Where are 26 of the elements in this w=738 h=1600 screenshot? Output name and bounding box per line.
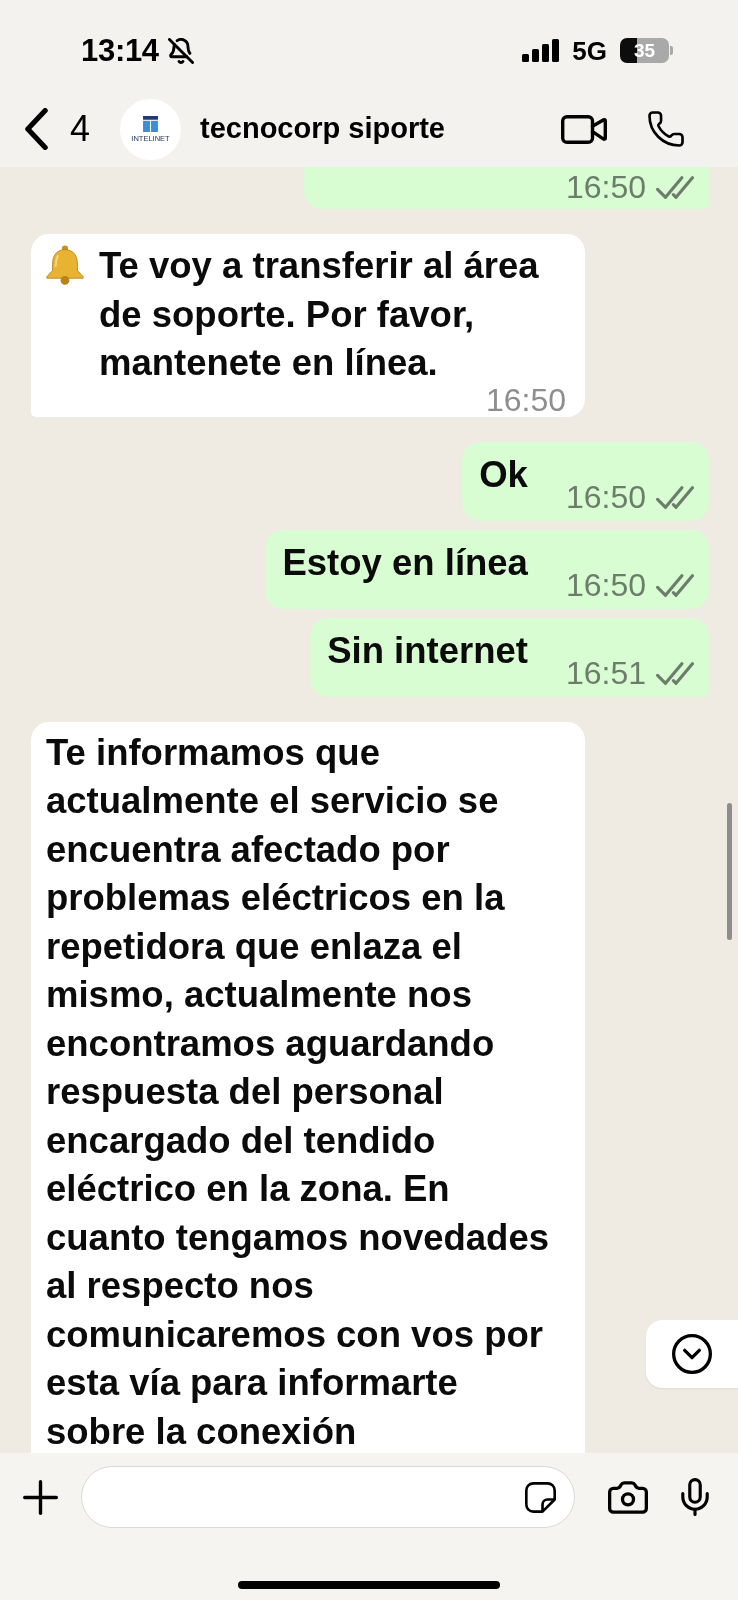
message-time: 16:50 (565, 569, 646, 601)
scroll-down-button[interactable] (646, 1320, 738, 1388)
microphone-icon[interactable] (681, 1478, 709, 1516)
message-time: 16:50 (485, 387, 566, 412)
message-time: 16:50 (565, 172, 646, 203)
chevron-down-circle-icon (672, 1334, 712, 1374)
contact-name: tecnocorp siporte (200, 113, 445, 145)
logo-icon (143, 115, 159, 132)
network-type: 5G (572, 37, 607, 64)
video-camera-icon[interactable] (561, 114, 607, 144)
signal-icon (522, 39, 560, 62)
camera-icon[interactable] (608, 1480, 648, 1514)
message-time: 16:50 (565, 481, 646, 513)
message-time: 16:51 (565, 657, 646, 689)
message-text: Te informamos que actualmente el servicio se encuentra afectado por problemas eléctricos en la repetidora que enlaza el mismo, actualmente nos encontramos aguardando respuesta del personal encargado del tendido eléctrico en la zona. En cuanto tengamos novedades al respecto nos comunicaremos con vos por esta vía para informarte sobre la conexión (46, 730, 550, 1453)
message-text: Sin internet (327, 628, 528, 673)
message-text: Estoy en línea (282, 540, 528, 585)
phone-icon[interactable] (648, 111, 684, 147)
chevron-left-icon (24, 108, 49, 150)
sticker-icon[interactable] (525, 1481, 556, 1513)
message-text: Ok (479, 452, 528, 497)
plus-icon[interactable] (23, 1479, 58, 1515)
bell-icon (46, 245, 84, 285)
back-button[interactable]: 4 (24, 108, 91, 150)
status-time: 13:14 (81, 35, 159, 66)
message-text: Te voy a transferir al área de soporte. Por favor, mantenete en línea. (99, 244, 540, 385)
